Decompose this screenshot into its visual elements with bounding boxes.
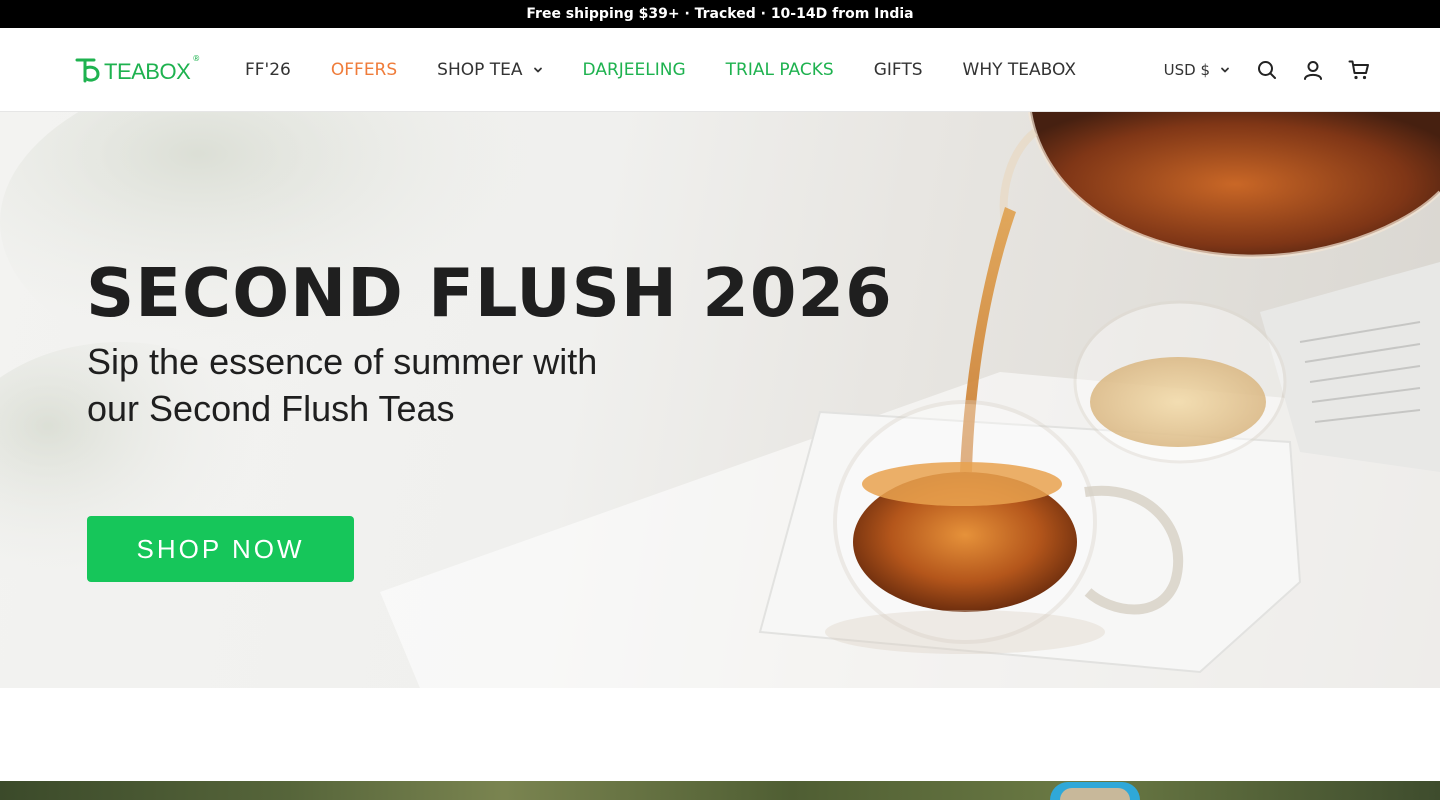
chevron-down-icon	[533, 67, 542, 73]
header-actions: USD $	[1164, 57, 1370, 83]
currency-label: USD $	[1163, 61, 1210, 79]
next-section-decoration	[1060, 788, 1130, 800]
hero-subtitle-line-2: our Second Flush Teas	[87, 388, 455, 429]
hero-subtitle-line-1: Sip the essence of summer with	[87, 341, 598, 382]
nav-item-trial-packs[interactable]: TRIAL PACKS	[726, 60, 834, 80]
nav-item-label: SHOP TEA	[437, 60, 523, 80]
nav-item-gifts[interactable]: GIFTS	[874, 60, 923, 80]
shop-now-button[interactable]: SHOP NOW	[87, 516, 354, 582]
nav-item-why-teabox[interactable]: WHY TEABOX	[963, 60, 1076, 80]
nav-item-label: TRIAL PACKS	[725, 60, 834, 80]
announcement-text: Free shipping $39+ · Tracked · 10-14D fr…	[526, 6, 914, 22]
nav-item-label: DARJEELING	[582, 60, 686, 80]
logo-wordmark: TEABOX	[104, 59, 191, 84]
account-icon[interactable]	[1302, 59, 1324, 81]
nav-item-label: OFFERS	[330, 60, 398, 80]
nav-item-label: WHY TEABOX	[962, 60, 1076, 80]
announcement-bar: Free shipping $39+ · Tracked · 10-14D fr…	[0, 0, 1440, 28]
logo-registered-mark: ®	[192, 53, 201, 63]
nav-item-ff26[interactable]: FF'26	[245, 60, 291, 80]
hero-title: SECOND FLUSH 2026	[86, 254, 893, 332]
nav-item-darjeeling[interactable]: DARJEELING	[583, 60, 686, 80]
currency-selector[interactable]: USD $	[1164, 61, 1230, 79]
nav-item-offers[interactable]: OFFERS	[331, 60, 397, 80]
main-nav: FF'26 OFFERS SHOP TEA DARJEELING TRIAL P…	[245, 58, 1116, 82]
chevron-down-icon	[1221, 67, 1229, 73]
nav-item-label: GIFTS	[873, 60, 923, 80]
search-icon[interactable]	[1256, 59, 1278, 81]
teabox-logo-icon	[75, 58, 100, 83]
hero-banner: SECOND FLUSH 2026 Sip the essence of sum…	[0, 112, 1440, 688]
teabox-logo[interactable]: TEABOX ®	[74, 54, 200, 86]
cart-icon[interactable]	[1348, 59, 1370, 81]
hero-subtitle: Sip the essence of summer with our Secon…	[87, 338, 707, 432]
nav-item-shop-tea[interactable]: SHOP TEA	[437, 60, 542, 80]
nav-item-label: FF'26	[245, 60, 291, 80]
next-section-image	[0, 781, 1440, 800]
site-header: TEABOX ® FF'26 OFFERS SHOP TEA DARJEELIN…	[0, 28, 1440, 112]
